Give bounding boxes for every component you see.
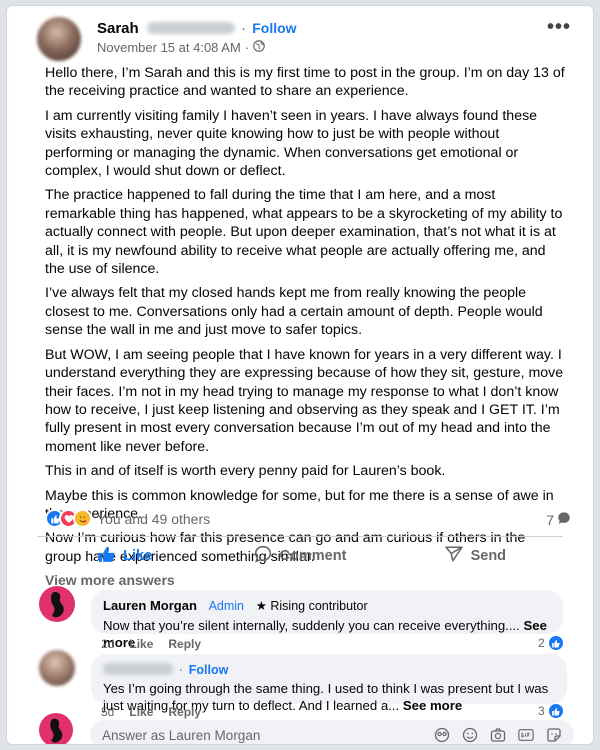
like-reaction-icon xyxy=(547,635,564,651)
author-avatar[interactable] xyxy=(37,17,81,61)
comment-count[interactable]: 7 xyxy=(546,511,571,528)
reactions-summary[interactable]: You and 49 others xyxy=(45,509,210,528)
composer-tools xyxy=(434,727,562,743)
like-reaction-icon xyxy=(547,703,564,719)
post-card: Sarah · Follow November 15 at 4:08 AM · … xyxy=(6,5,594,745)
post-actions: Like Comment Send xyxy=(37,538,563,574)
author-surname-blurred xyxy=(146,22,235,34)
comment-like-count-value: 2 xyxy=(538,636,545,650)
comment-like-button[interactable]: Like xyxy=(129,637,153,651)
comment-age[interactable]: 2d xyxy=(101,637,114,651)
comment-icon xyxy=(254,545,272,567)
gif-icon[interactable] xyxy=(518,727,534,743)
comment-text: Now that you’re silent internally, sudde… xyxy=(103,618,524,633)
more-options-icon[interactable]: ••• xyxy=(547,17,571,37)
comment-reply-button[interactable]: Reply xyxy=(168,705,201,719)
comment-like-count[interactable]: 2 xyxy=(538,635,564,651)
comment-meta: 2d Like Reply xyxy=(101,637,201,651)
send-label: Send xyxy=(470,548,507,564)
post-paragraph: This in and of itself is worth every pen… xyxy=(45,463,446,480)
globe-icon xyxy=(253,40,266,55)
comment-bubble-icon xyxy=(557,511,571,528)
admin-badge[interactable]: Admin xyxy=(209,599,244,613)
silhouette-icon xyxy=(51,592,64,618)
rising-contributor-label: Rising contributor xyxy=(270,599,368,613)
follow-button[interactable]: Follow xyxy=(189,663,229,677)
post-paragraph: Hello there, I’m Sarah and this is my fi… xyxy=(45,65,565,100)
follow-button[interactable]: Follow xyxy=(252,20,296,36)
post-body: Hello there, I’m Sarah and this is my fi… xyxy=(45,64,565,572)
like-button[interactable]: Like xyxy=(37,538,212,574)
emoji-icon[interactable] xyxy=(462,727,478,743)
post-paragraph: I’ve always felt that my closed hands ke… xyxy=(45,285,543,339)
comment-button[interactable]: Comment xyxy=(212,538,387,574)
divider xyxy=(37,536,563,537)
post-meta: November 15 at 4:08 AM · xyxy=(97,40,266,55)
view-more-answers-link[interactable]: View more answers xyxy=(45,572,175,588)
thumbs-up-icon xyxy=(97,545,115,567)
comment-bubble: · Follow Yes I’m going through the same … xyxy=(91,654,567,713)
current-user-avatar[interactable] xyxy=(39,713,73,744)
author-name[interactable]: Sarah xyxy=(97,20,139,37)
meta-separator: · xyxy=(244,40,250,55)
rising-contributor-badge[interactable]: ★ Rising contributor xyxy=(256,599,368,613)
see-more-link[interactable]: See more xyxy=(403,698,462,713)
send-icon xyxy=(444,545,463,567)
commenter-name-blurred xyxy=(103,663,173,675)
comment-label: Comment xyxy=(279,548,347,564)
comment-composer xyxy=(90,720,574,744)
comment-age[interactable]: 5d xyxy=(101,705,114,719)
commenter-avatar[interactable] xyxy=(39,586,75,622)
camera-icon[interactable] xyxy=(490,727,506,743)
post-timestamp[interactable]: November 15 at 4:08 AM xyxy=(97,40,241,55)
comment-bubble: Lauren Morgan Admin ★ Rising contributor… xyxy=(91,590,563,650)
answer-input[interactable] xyxy=(102,727,434,743)
post-paragraph: The practice happened to fall during the… xyxy=(45,187,563,278)
sticker-icon[interactable] xyxy=(546,727,562,743)
avatar-sticker-icon[interactable] xyxy=(434,727,450,743)
reaction-count-text: You and 49 others xyxy=(97,510,211,527)
separator-dot: · xyxy=(241,20,247,37)
comment-count-value: 7 xyxy=(546,511,554,528)
care-reaction-icon xyxy=(73,509,92,528)
post-paragraph: I am currently visiting family I haven’t… xyxy=(45,107,538,180)
commenter-avatar[interactable] xyxy=(39,650,75,686)
comment-like-count[interactable]: 3 xyxy=(538,703,564,719)
post-author-row: Sarah · Follow xyxy=(97,20,297,37)
star-icon: ★ xyxy=(255,599,271,613)
comment-meta: 5d Like Reply xyxy=(101,705,201,719)
comment-like-count-value: 3 xyxy=(538,704,545,718)
separator-dot: · xyxy=(178,662,184,677)
post-paragraph: But WOW, I am seeing people that I have … xyxy=(45,346,564,455)
send-button[interactable]: Send xyxy=(388,538,563,574)
comment-reply-button[interactable]: Reply xyxy=(168,637,201,651)
like-label: Like xyxy=(123,548,153,564)
commenter-name[interactable]: Lauren Morgan xyxy=(103,598,197,613)
comment-like-button[interactable]: Like xyxy=(129,705,153,719)
silhouette-icon xyxy=(50,718,63,743)
